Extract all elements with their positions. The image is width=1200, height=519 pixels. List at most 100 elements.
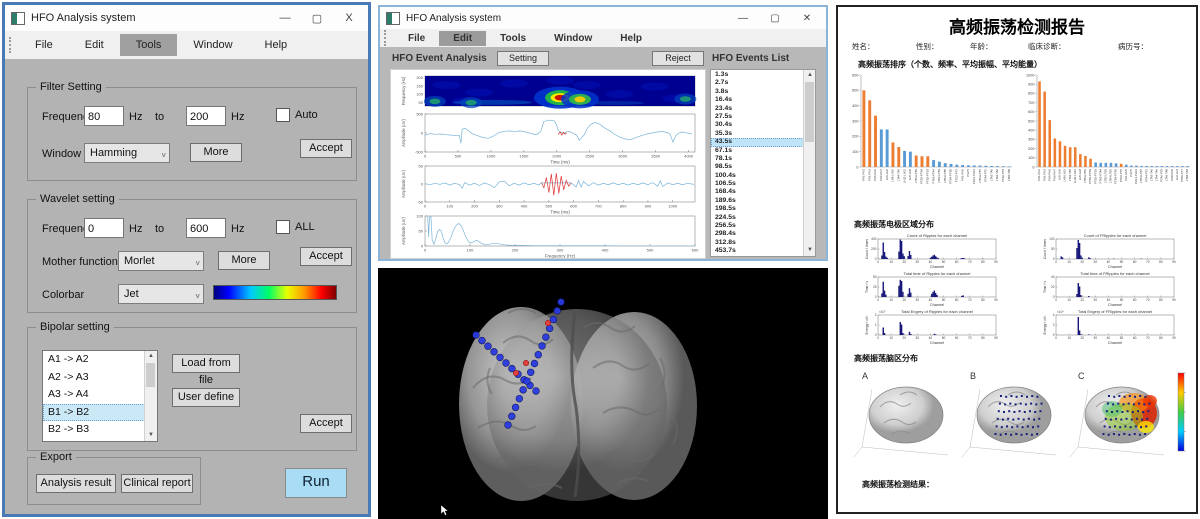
filter-more-button[interactable]: More (190, 143, 242, 162)
bipolar-accept-button[interactable]: Accept (300, 414, 352, 433)
maximize-button[interactable]: ▢ (304, 12, 330, 25)
auto-checkbox[interactable]: Auto (276, 108, 318, 122)
reject-button[interactable]: Reject (652, 51, 704, 66)
window-select[interactable]: Hamming ˅ (84, 143, 170, 163)
menu-item-window[interactable]: Window (540, 31, 606, 46)
wavelet-frequency-from-input[interactable] (84, 218, 124, 238)
svg-text:100: 100 (416, 213, 423, 218)
svg-text:400: 400 (521, 204, 528, 209)
wavelet-more-button[interactable]: More (218, 251, 270, 270)
user-define-button[interactable]: User define (172, 388, 240, 407)
hfo-event-item[interactable]: 453.7s (711, 247, 804, 255)
menu-item-edit[interactable]: Edit (69, 34, 120, 56)
hfo-event-item[interactable]: 298.4s (711, 230, 804, 238)
electrode-dot (546, 325, 553, 332)
hfo-event-item[interactable]: 43.5s (711, 138, 804, 146)
menu-item-help[interactable]: Help (249, 34, 304, 56)
minimize-button[interactable]: — (272, 12, 298, 24)
mother-function-label: Mother function (42, 256, 118, 268)
hfo-event-item[interactable]: 27.5s (711, 113, 804, 121)
hfo-event-item[interactable]: 98.5s (711, 163, 804, 171)
load-from-file-button[interactable]: Load from file (172, 354, 240, 373)
run-button[interactable]: Run (285, 468, 347, 498)
menu-item-edit[interactable]: Edit (439, 31, 486, 46)
bipolar-list-item[interactable]: B1 -> B2 (43, 404, 145, 422)
mother-function-select[interactable]: Morlet ˅ (118, 251, 204, 271)
analysis-result-button[interactable]: Analysis result (36, 474, 116, 493)
scroll-down-icon[interactable]: ▼ (145, 430, 157, 441)
to-label: to (155, 111, 164, 123)
hfo-events-listbox[interactable]: 1.3s2.7s3.8s16.4s23.4s27.5s30.4s35.3s43.… (710, 69, 816, 257)
hfo-event-item[interactable]: 23.4s (711, 105, 804, 113)
hfo-event-item[interactable]: 168.4s (711, 188, 804, 196)
hfo-event-item[interactable]: 106.5s (711, 180, 804, 188)
menu-item-help[interactable]: Help (606, 31, 656, 46)
hfo-event-item[interactable]: 100.4s (711, 172, 804, 180)
hfo-event-item[interactable]: 189.6s (711, 197, 804, 205)
maximize-button[interactable]: ▢ (762, 13, 788, 24)
svg-text:800: 800 (620, 204, 627, 209)
bipolar-scrollbar[interactable]: ▲ ▼ (144, 351, 157, 441)
hfo-event-item[interactable]: 2.7s (711, 79, 804, 87)
svg-text:50: 50 (1120, 336, 1124, 340)
bipolar-list-item[interactable]: B2 -> B3 (43, 421, 145, 439)
events-scrollbar[interactable]: ▲ ▼ (803, 70, 815, 256)
hfo-event-item[interactable]: 67.1s (711, 147, 804, 155)
clinical-report-button[interactable]: Clinical report (121, 474, 193, 493)
hfo-event-item[interactable]: 1.3s (711, 71, 804, 79)
filter-frequency-from-input[interactable] (84, 106, 124, 126)
svg-text:20: 20 (1080, 260, 1084, 264)
svg-text:80: 80 (981, 260, 985, 264)
menu-item-file[interactable]: File (394, 31, 439, 46)
svg-text:20: 20 (1051, 285, 1055, 289)
all-checkbox[interactable]: ALL (276, 220, 315, 234)
hfo-event-item[interactable]: 78.1s (711, 155, 804, 163)
svg-text:10: 10 (889, 336, 893, 340)
scroll-down-icon[interactable]: ▼ (804, 245, 816, 256)
hfo-event-item[interactable]: 16.4s (711, 96, 804, 104)
menu-item-tools[interactable]: Tools (486, 31, 540, 46)
hfo-event-item[interactable]: 198.5s (711, 205, 804, 213)
close-button[interactable]: ✕ (794, 13, 820, 24)
bipolar-list-item[interactable]: A3 -> A4 (43, 386, 145, 404)
chevron-down-icon: ˅ (161, 147, 166, 165)
svg-text:×10⁶: ×10⁶ (1057, 310, 1064, 314)
close-button[interactable]: X (336, 12, 362, 24)
hfo-event-item[interactable]: 35.3s (711, 130, 804, 138)
svg-text:50: 50 (1051, 247, 1055, 251)
menu-item-tools[interactable]: Tools (120, 34, 178, 56)
hfo-event-item[interactable]: 3.8s (711, 88, 804, 96)
colorbar-select[interactable]: Jet ˅ (118, 284, 204, 304)
bipolar-listbox[interactable]: A1 -> A2A2 -> A3A3 -> A4B1 -> B2B2 -> B3… (42, 350, 158, 442)
hfo-event-item[interactable]: 312.8s (711, 239, 804, 247)
scroll-up-icon[interactable]: ▲ (145, 351, 157, 362)
scroll-thumb[interactable] (805, 82, 814, 142)
hfo-event-item[interactable]: 224.5s (711, 214, 804, 222)
svg-text:Total time of FRipples for eac: Total time of FRipples for each channel (1080, 271, 1149, 276)
brain-3d-view[interactable] (378, 268, 828, 519)
bipolar-list-item[interactable]: A2 -> A3 (43, 369, 145, 387)
scroll-up-icon[interactable]: ▲ (804, 70, 816, 81)
svg-text:25: 25 (873, 285, 877, 289)
rank-chart-left: 0100200300400500600PH1-PH2PH1-PH3PH5-PH6… (844, 69, 1016, 209)
setting-button[interactable]: Setting (497, 51, 549, 66)
hfo-event-item[interactable]: 256.5s (711, 222, 804, 230)
filter-accept-button[interactable]: Accept (300, 139, 352, 158)
bipolar-list-item[interactable]: A1 -> A2 (43, 351, 145, 369)
electrode-dot (531, 360, 538, 367)
menu-item-file[interactable]: File (19, 34, 69, 56)
electrode-dot (539, 343, 546, 350)
svg-text:Count of Ripples for each chan: Count of Ripples for each channel (907, 233, 967, 238)
menu-gripper-icon (384, 30, 386, 46)
menu-item-window[interactable]: Window (177, 34, 248, 56)
hfo-event-item[interactable]: 30.4s (711, 121, 804, 129)
scroll-thumb[interactable] (146, 363, 155, 387)
svg-text:0: 0 (424, 204, 427, 209)
minimize-button[interactable]: — (730, 13, 756, 24)
wavelet-groupbox: Wavelet setting Frequency Hz to Hz ALL M… (27, 199, 357, 313)
svg-text:50: 50 (419, 100, 424, 105)
wavelet-accept-button[interactable]: Accept (300, 247, 352, 266)
filter-frequency-to-input[interactable] (186, 106, 226, 126)
svg-text:500: 500 (852, 89, 858, 93)
wavelet-frequency-to-input[interactable] (186, 218, 226, 238)
